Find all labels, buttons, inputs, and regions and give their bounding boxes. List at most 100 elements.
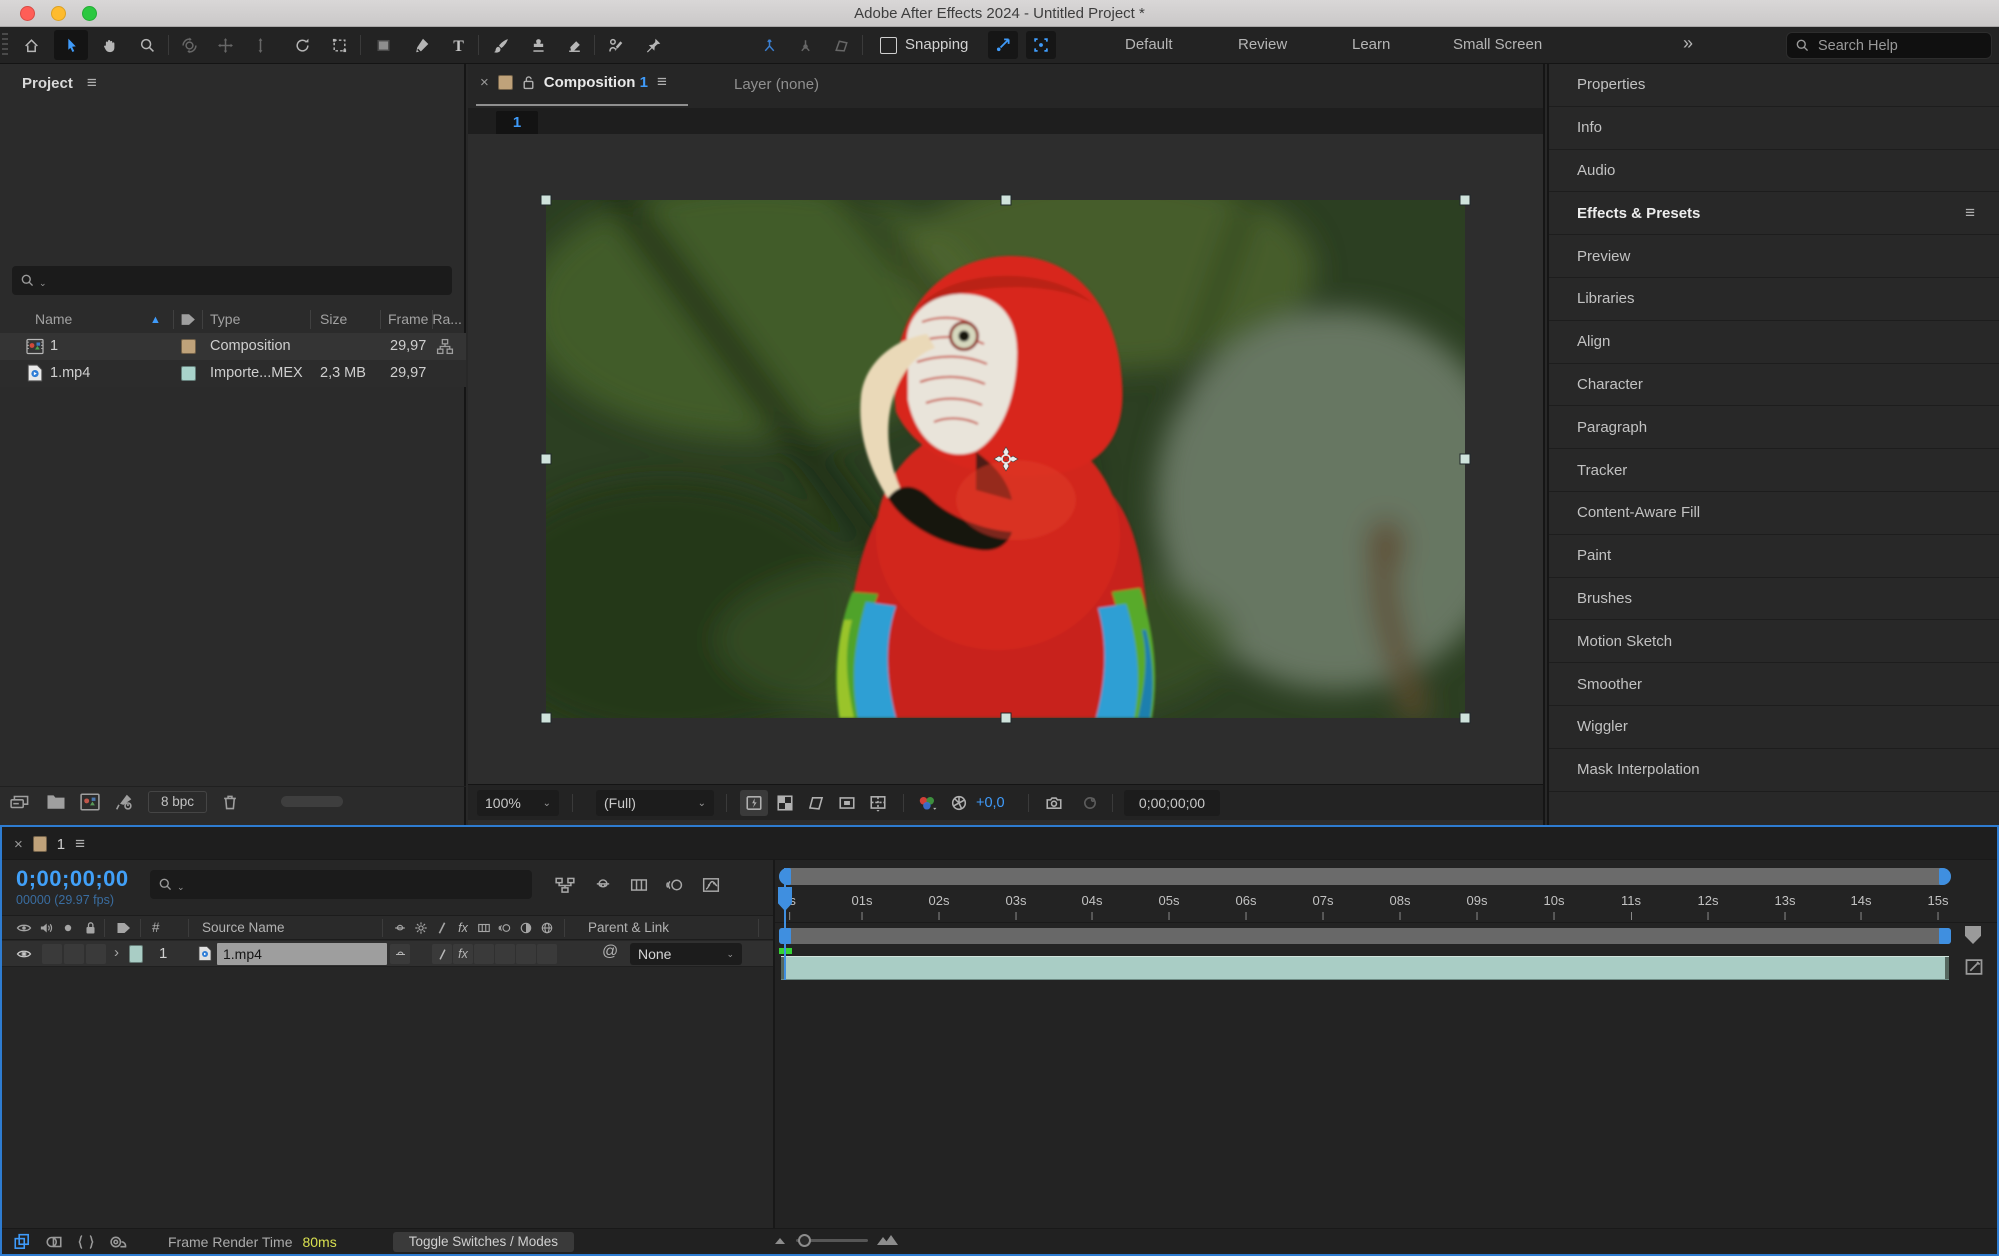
shy-switch-icon[interactable]	[390, 919, 410, 937]
audio-column-icon[interactable]	[36, 919, 56, 937]
workspace-default[interactable]: Default	[1125, 36, 1173, 53]
layer-adjustment-switch[interactable]	[516, 944, 536, 964]
project-panel-menu-icon[interactable]: ≡	[87, 73, 97, 93]
workspace-review[interactable]: Review	[1238, 36, 1287, 53]
help-search-input[interactable]	[1818, 38, 1968, 54]
home-icon[interactable]	[14, 30, 48, 60]
toolbar-grip[interactable]	[2, 33, 8, 57]
composition-canvas[interactable]	[468, 134, 1543, 784]
world-axis-mode-icon[interactable]	[788, 30, 822, 60]
column-size[interactable]: Size	[320, 311, 347, 327]
motion-blur-icon[interactable]	[662, 873, 688, 897]
column-frame-rate[interactable]: Frame Ra...	[388, 311, 462, 327]
layer-row-1[interactable]: › 1 1.mp4 fx @ None ⌄	[2, 941, 773, 967]
snap-along-edges-icon[interactable]	[988, 31, 1018, 59]
layer-expander-icon[interactable]: ›	[114, 944, 119, 961]
snapshot-icon[interactable]	[1040, 790, 1068, 816]
puppet-pin-tool[interactable]	[636, 30, 670, 60]
timeline-menu-icon[interactable]: ≡	[75, 834, 85, 854]
trash-icon[interactable]	[221, 793, 239, 811]
zoom-in-mountains-icon[interactable]	[876, 1233, 900, 1247]
layer-motion-blur-switch[interactable]	[495, 944, 515, 964]
project-search-field[interactable]: ⌄	[12, 266, 452, 295]
current-time-display[interactable]: 0;00;00;00	[16, 866, 129, 892]
zoom-tool[interactable]	[130, 30, 164, 60]
pan-behind-tool[interactable]	[322, 30, 356, 60]
motion-blur-column-icon[interactable]	[495, 919, 515, 937]
label-tag-icon[interactable]	[114, 919, 134, 937]
panel-tab-audio[interactable]: Audio	[1549, 150, 1999, 193]
workspace-overflow-icon[interactable]: »	[1683, 33, 1693, 54]
project-row-footage[interactable]: 1.mp4 Importe...MEX 2,3 MB 29,97	[0, 360, 466, 387]
column-number[interactable]: #	[152, 920, 160, 935]
panel-tab-align[interactable]: Align	[1549, 321, 1999, 364]
layer-label-swatch[interactable]	[129, 945, 143, 963]
snapping-checkbox[interactable]	[880, 37, 897, 54]
graph-editor-icon[interactable]	[698, 873, 724, 897]
transparency-grid-icon[interactable]	[771, 790, 799, 816]
panel-tab-properties[interactable]: Properties	[1549, 64, 1999, 107]
mask-visibility-icon[interactable]	[802, 790, 830, 816]
anchor-point[interactable]	[993, 446, 1019, 472]
region-of-interest-icon[interactable]	[833, 790, 861, 816]
expand-in-out-panes-icon[interactable]	[74, 1232, 98, 1252]
snap-to-features-icon[interactable]	[1026, 31, 1056, 59]
clone-stamp-tool[interactable]	[521, 30, 555, 60]
comp-marker-bin-icon[interactable]	[1965, 926, 1981, 944]
collapse-transformations-icon[interactable]	[411, 919, 431, 937]
render-time-snail-icon[interactable]	[106, 1232, 130, 1252]
color-depth-icon[interactable]	[114, 793, 134, 811]
layer-lock-toggle[interactable]	[86, 944, 106, 964]
timeline-zoom-slider[interactable]	[772, 1233, 900, 1247]
label-color-swatch[interactable]	[181, 366, 196, 381]
column-parent-link[interactable]: Parent & Link	[588, 920, 669, 935]
exposure-icon[interactable]	[945, 790, 973, 816]
tab-composition-1[interactable]: × Composition 1 ≡	[480, 72, 667, 92]
interpret-footage-icon[interactable]	[10, 793, 32, 811]
workspace-learn[interactable]: Learn	[1352, 36, 1390, 53]
tab-layer-none[interactable]: Layer (none)	[734, 76, 819, 93]
lock-column-icon[interactable]	[80, 919, 100, 937]
pan-camera-tool[interactable]	[208, 30, 242, 60]
selection-handle-top-left[interactable]	[541, 195, 552, 206]
brush-tool[interactable]	[484, 30, 518, 60]
preview-time-display[interactable]: 0;00;00;00	[1124, 790, 1220, 816]
parent-pickwhip-icon[interactable]: @	[602, 943, 618, 961]
quality-column-icon[interactable]	[432, 919, 452, 937]
layer-effects-switch[interactable]: fx	[453, 944, 473, 964]
channel-rgb-icon[interactable]	[914, 790, 942, 816]
dolly-camera-tool[interactable]	[243, 30, 277, 60]
magnification-dropdown[interactable]: 100%⌄	[477, 790, 559, 816]
adjustment-layer-column-icon[interactable]	[516, 919, 536, 937]
unlock-icon[interactable]	[522, 75, 535, 90]
zoom-slider-knob[interactable]	[798, 1234, 811, 1247]
composition-mini-flowchart-icon[interactable]	[552, 873, 578, 897]
timeline-tab-comp-1[interactable]: × 1 ≡	[14, 834, 85, 854]
expand-layer-switches-icon[interactable]	[10, 1232, 34, 1252]
frame-blend-column-icon[interactable]	[474, 919, 494, 937]
roto-brush-tool[interactable]	[598, 30, 632, 60]
viewer-menu-icon[interactable]: ≡	[657, 72, 667, 92]
expand-transfer-controls-icon[interactable]	[42, 1232, 66, 1252]
panel-tab-info[interactable]: Info	[1549, 107, 1999, 150]
work-area-bar[interactable]	[779, 928, 1951, 944]
comp-mini-tab[interactable]: 1	[496, 111, 538, 134]
effects-column-icon[interactable]: fx	[453, 919, 473, 937]
selection-handle-top-center[interactable]	[1000, 195, 1011, 206]
time-ruler[interactable]: 0s 01s 02s 03s 04s 05s 06s 07s 08s 09s 1…	[775, 887, 1997, 923]
hide-shy-layers-icon[interactable]	[590, 873, 616, 897]
grid-guides-icon[interactable]	[864, 790, 892, 816]
new-composition-icon[interactable]	[80, 793, 100, 811]
layer-frame-blend-switch[interactable]	[474, 944, 494, 964]
bit-depth-button[interactable]: 8 bpc	[148, 791, 207, 813]
layer-duration-bar[interactable]	[781, 956, 1949, 980]
zoom-slider-track[interactable]	[796, 1239, 868, 1242]
column-type[interactable]: Type	[210, 311, 240, 327]
layer-shy-switch[interactable]	[390, 944, 410, 964]
selection-handle-bottom-center[interactable]	[1000, 713, 1011, 724]
type-tool[interactable]: T	[441, 30, 475, 60]
layer-visibility-icon[interactable]	[14, 945, 34, 963]
panel-tab-smoother[interactable]: Smoother	[1549, 663, 1999, 706]
parent-link-dropdown[interactable]: None ⌄	[630, 943, 742, 965]
eraser-tool[interactable]	[557, 30, 591, 60]
